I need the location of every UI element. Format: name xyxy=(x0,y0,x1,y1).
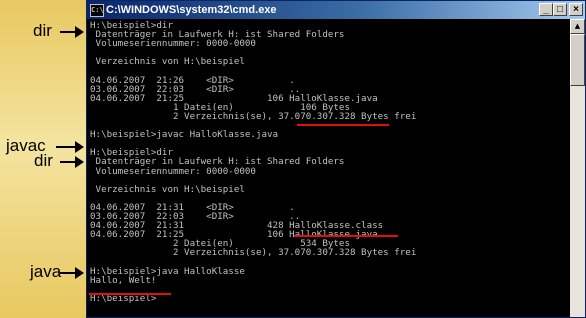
window-controls: _ □ × xyxy=(539,3,583,16)
arrow-javac xyxy=(56,141,84,153)
console-line: H:\beispiel>java HalloKlasse xyxy=(90,265,245,277)
console-line: 2 Verzeichnis(se), 37.070.307.328 Bytes … xyxy=(90,110,417,122)
console-line: H:\beispiel> xyxy=(90,292,157,304)
scroll-up-arrow-icon[interactable]: ▲ xyxy=(570,19,585,34)
cmd-window[interactable]: C:\ C:\WINDOWS\system32\cmd.exe _ □ × H:… xyxy=(86,0,586,318)
console-line: Verzeichnis von H:\beispiel xyxy=(90,183,245,195)
arrow-java xyxy=(60,267,84,279)
console-line: Volumeseriennummer: 0000-0000 xyxy=(90,38,256,50)
console-output[interactable]: H:\beispiel>dir Datenträger in Laufwerk … xyxy=(90,21,568,317)
underline-hello-output xyxy=(89,293,171,295)
underline-class-file xyxy=(294,235,398,237)
console-line: 2 Verzeichnis(se), 37.070.307.328 Bytes … xyxy=(90,247,417,259)
title-bar[interactable]: C:\ C:\WINDOWS\system32\cmd.exe _ □ × xyxy=(87,1,585,19)
underline-java-file xyxy=(297,124,389,126)
console-line: Hallo, Welt! xyxy=(90,274,157,286)
annotation-dir-1: dir xyxy=(33,21,52,40)
console-line: Volumeseriennummer: 0000-0000 xyxy=(90,165,256,177)
arrow-dir-1 xyxy=(60,26,84,38)
scroll-thumb[interactable] xyxy=(570,34,585,86)
console-line: Verzeichnis von H:\beispiel xyxy=(90,56,245,68)
close-button[interactable]: × xyxy=(569,3,583,16)
window-title: C:\WINDOWS\system32\cmd.exe xyxy=(106,4,277,16)
annotation-dir-2: dir xyxy=(34,151,53,170)
annotation-java: java xyxy=(30,262,62,281)
cmd-icon[interactable]: C:\ xyxy=(90,4,104,17)
maximize-button[interactable]: □ xyxy=(553,3,567,16)
vertical-scrollbar[interactable]: ▲ xyxy=(570,19,585,317)
arrow-dir-2 xyxy=(60,156,84,168)
minimize-button[interactable]: _ xyxy=(539,3,553,16)
console-line: H:\beispiel>javac HalloKlasse.java xyxy=(90,129,279,141)
